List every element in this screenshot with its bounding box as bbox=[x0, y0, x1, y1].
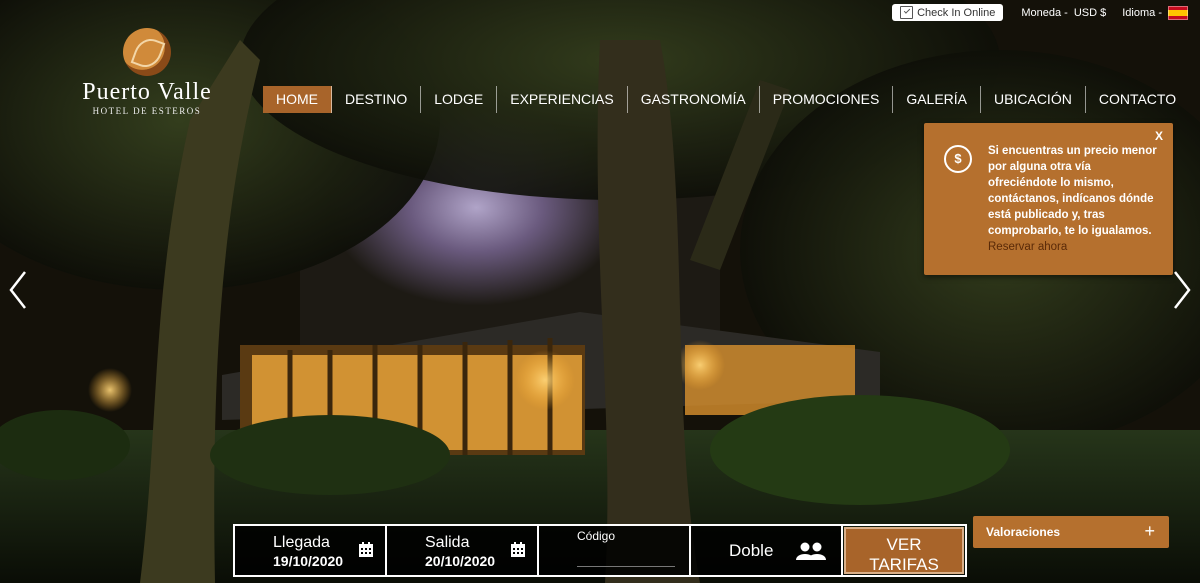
currency-label: Moneda - bbox=[1021, 6, 1068, 19]
top-utility-bar: Check In Online Moneda - USD $ Idioma - bbox=[892, 4, 1188, 21]
logo-emblem-icon bbox=[123, 28, 171, 76]
calendar-icon bbox=[511, 542, 525, 557]
price-match-text: Si encuentras un precio menor por alguna… bbox=[988, 143, 1163, 255]
reviews-label: Valoraciones bbox=[986, 525, 1061, 539]
checkbox-icon bbox=[900, 6, 914, 19]
promo-code-label: Código bbox=[577, 529, 616, 543]
calendar-icon bbox=[359, 542, 373, 557]
view-rates-button[interactable]: VER TARIFAS bbox=[844, 527, 964, 574]
arrival-date-picker[interactable]: Llegada 19/10/2020 bbox=[235, 526, 387, 575]
nav-item-experiencias[interactable]: EXPERIENCIAS bbox=[497, 86, 628, 113]
close-icon[interactable]: X bbox=[1155, 129, 1163, 143]
price-match-popup: X $ Si encuentras un precio menor por al… bbox=[924, 123, 1173, 275]
reviews-toggle[interactable]: Valoraciones + bbox=[973, 516, 1169, 548]
guests-icon bbox=[796, 542, 826, 560]
nav-item-contacto[interactable]: CONTACTO bbox=[1086, 86, 1189, 113]
room-type-selector[interactable]: Doble bbox=[691, 526, 843, 575]
logo-name: Puerto Valle bbox=[82, 79, 212, 105]
chevron-right-icon[interactable] bbox=[1172, 270, 1192, 310]
promo-code-underline bbox=[577, 566, 675, 567]
view-rates-line2: TARIFAS bbox=[869, 555, 939, 574]
view-rates-line1: VER bbox=[886, 535, 922, 554]
plus-icon: + bbox=[1144, 521, 1155, 541]
nav-item-destino[interactable]: DESTINO bbox=[332, 86, 422, 113]
chevron-left-icon[interactable] bbox=[8, 270, 28, 310]
room-type-value: Doble bbox=[729, 540, 774, 560]
check-in-online-label: Check In Online bbox=[917, 6, 996, 19]
language-selector[interactable]: Idioma - bbox=[1122, 5, 1188, 20]
book-now-link[interactable]: Reservar ahora bbox=[988, 241, 1067, 253]
promo-code-field[interactable]: Código bbox=[539, 526, 691, 575]
nav-item-promociones[interactable]: PROMOCIONES bbox=[760, 86, 894, 113]
nav-item-galeria[interactable]: GALERÍA bbox=[893, 86, 982, 113]
nav-item-home[interactable]: HOME bbox=[263, 86, 332, 113]
language-label: Idioma - bbox=[1122, 6, 1162, 19]
check-in-online-button[interactable]: Check In Online bbox=[892, 4, 1004, 21]
nav-item-gastronomia[interactable]: GASTRONOMÍA bbox=[628, 86, 760, 113]
currency-selector[interactable]: Moneda - USD $ bbox=[1021, 7, 1106, 19]
main-navigation: HOME DESTINO LODGE EXPERIENCIAS GASTRONO… bbox=[263, 86, 1189, 113]
booking-bar: Llegada 19/10/2020 Salida 20/10/2020 Cód… bbox=[233, 524, 967, 577]
currency-value: USD $ bbox=[1073, 6, 1107, 19]
spain-flag-icon bbox=[1168, 5, 1188, 20]
price-match-message: Si encuentras un precio menor por alguna… bbox=[988, 145, 1157, 237]
departure-date-picker[interactable]: Salida 20/10/2020 bbox=[387, 526, 539, 575]
price-tag-icon: $ bbox=[944, 145, 972, 173]
nav-item-lodge[interactable]: LODGE bbox=[421, 86, 498, 113]
hotel-logo[interactable]: Puerto Valle HOTEL DE ESTEROS bbox=[62, 28, 232, 116]
nav-item-ubicacion[interactable]: UBICACIÓN bbox=[981, 86, 1086, 113]
logo-subtitle: HOTEL DE ESTEROS bbox=[92, 106, 202, 116]
